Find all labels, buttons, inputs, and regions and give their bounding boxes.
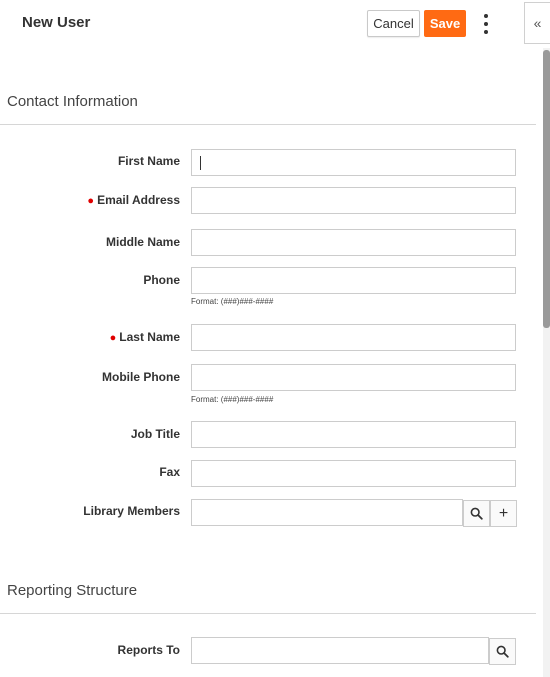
reports-to-search-button[interactable]	[489, 638, 516, 665]
fax-field[interactable]	[191, 460, 516, 487]
library-members-field[interactable]	[191, 499, 463, 526]
section-divider	[0, 613, 536, 614]
required-dot-icon: ●	[109, 332, 117, 344]
phone-field[interactable]	[191, 267, 516, 294]
email-field[interactable]	[191, 187, 516, 214]
email-label-text: Email Address	[97, 193, 180, 207]
more-vertical-icon[interactable]	[478, 12, 494, 36]
save-button[interactable]: Save	[424, 10, 466, 37]
mobile-phone-label: Mobile Phone	[102, 370, 180, 384]
reports-to-label: Reports To	[117, 643, 180, 657]
collapse-panel-button[interactable]: «	[524, 2, 550, 44]
required-dot-icon: ●	[87, 195, 95, 207]
last-name-input[interactable]	[192, 325, 515, 350]
page-title: New User	[22, 14, 91, 31]
library-members-search-button[interactable]	[463, 500, 490, 527]
reports-to-input[interactable]	[192, 638, 488, 663]
first-name-input[interactable]	[192, 150, 515, 175]
fax-label: Fax	[159, 465, 180, 479]
job-title-input[interactable]	[192, 422, 515, 447]
double-chevron-left-icon: «	[533, 15, 542, 31]
fax-input[interactable]	[192, 461, 515, 486]
middle-name-label: Middle Name	[105, 235, 180, 249]
text-caret	[200, 156, 201, 170]
first-name-label: First Name	[117, 154, 180, 168]
phone-label: Phone	[143, 273, 180, 287]
phone-format-hint: Format: (###)###-####	[191, 297, 274, 306]
email-label: ● Email Address	[87, 193, 180, 207]
scrollbar-thumb[interactable]	[543, 50, 550, 328]
last-name-label-text: Last Name	[119, 330, 180, 344]
email-input[interactable]	[192, 188, 515, 213]
mobile-phone-format-hint: Format: (###)###-####	[191, 395, 274, 404]
library-members-add-button[interactable]: +	[490, 500, 517, 527]
section-title-contact: Contact Information	[7, 93, 138, 110]
mobile-phone-input[interactable]	[192, 365, 515, 390]
middle-name-field[interactable]	[191, 229, 516, 256]
page-header: New User Cancel Save	[0, 0, 524, 48]
library-members-input[interactable]	[192, 500, 462, 525]
search-icon	[470, 507, 483, 520]
phone-input[interactable]	[192, 268, 515, 293]
job-title-field[interactable]	[191, 421, 516, 448]
reports-to-field[interactable]	[191, 637, 489, 664]
first-name-field[interactable]	[191, 149, 516, 176]
cancel-button[interactable]: Cancel	[367, 10, 420, 37]
mobile-phone-field[interactable]	[191, 364, 516, 391]
library-members-label: Library Members	[83, 504, 180, 518]
last-name-label: ● Last Name	[110, 330, 180, 344]
middle-name-input[interactable]	[192, 230, 515, 255]
plus-icon: +	[498, 504, 509, 522]
last-name-field[interactable]	[191, 324, 516, 351]
section-divider	[0, 124, 536, 125]
section-title-reporting: Reporting Structure	[7, 582, 138, 599]
search-icon	[496, 645, 509, 658]
job-title-label: Job Title	[130, 427, 180, 441]
